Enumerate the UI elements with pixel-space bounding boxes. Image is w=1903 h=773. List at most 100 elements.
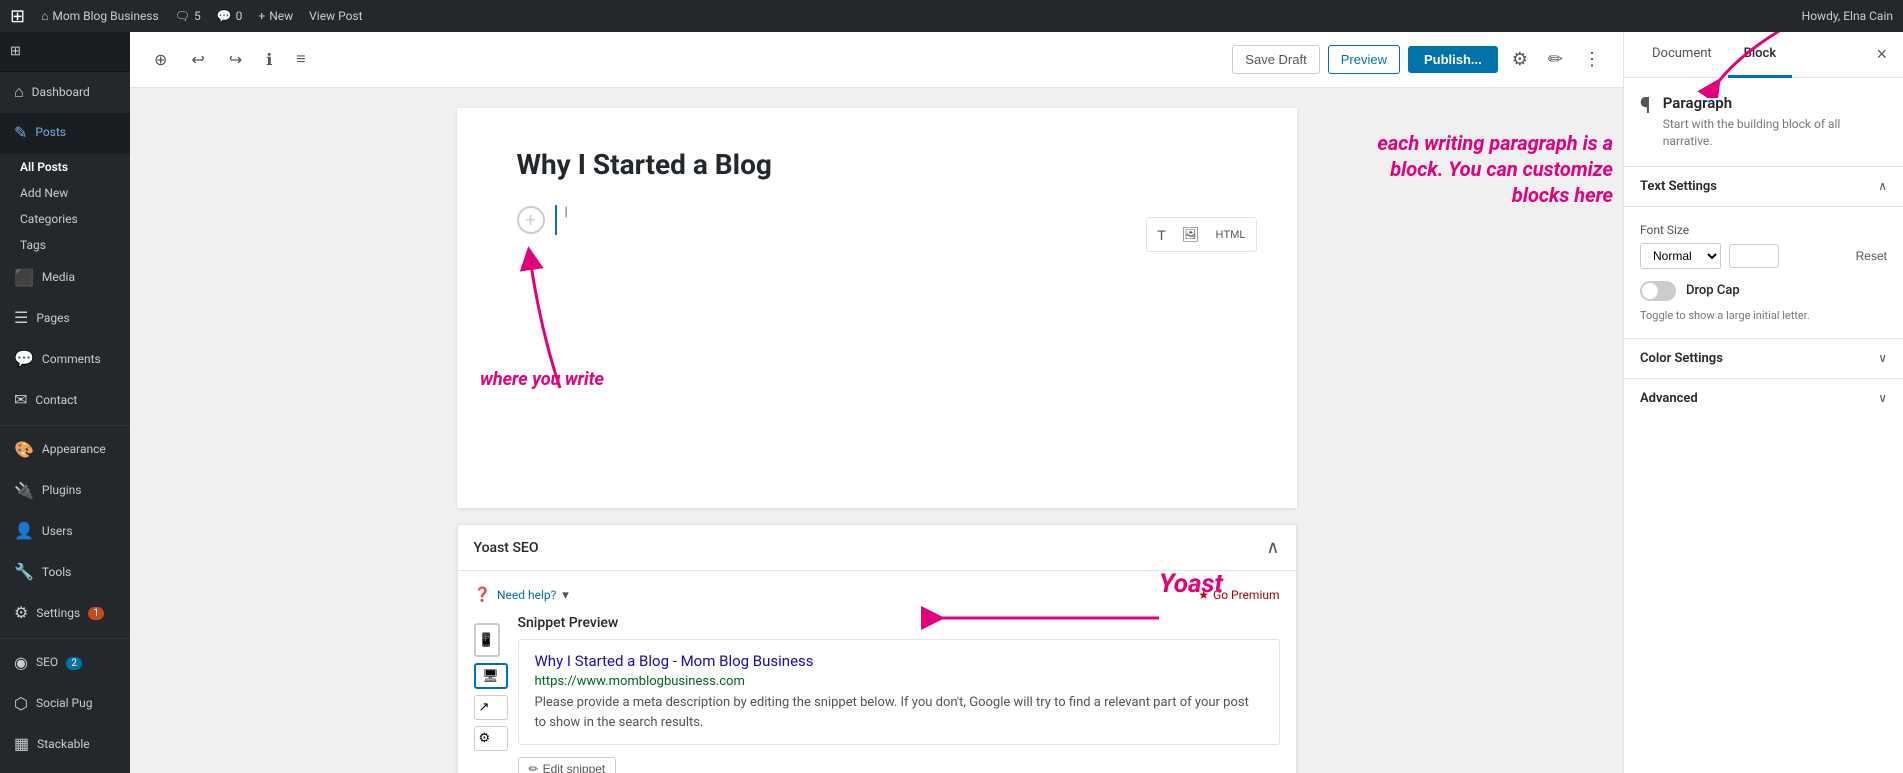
pages-icon: ☰ bbox=[14, 308, 28, 329]
format-html-button[interactable]: HTML bbox=[1210, 222, 1252, 247]
yoast-body: ❓ Need help? ▾ ★ Go Premium bbox=[458, 571, 1296, 773]
font-size-input[interactable] bbox=[1729, 244, 1779, 268]
advanced-chevron-icon: ∨ bbox=[1878, 391, 1887, 405]
sidebar-item-stackable[interactable]: ▦ Stackable bbox=[0, 724, 130, 765]
admin-bar-new[interactable]: + New bbox=[258, 9, 293, 23]
admin-bar-message[interactable]: 💬 0 bbox=[217, 9, 243, 23]
advanced-header[interactable]: Advanced ∨ bbox=[1624, 379, 1903, 418]
preview-button[interactable]: Preview bbox=[1328, 45, 1400, 74]
go-premium-link[interactable]: ★ Go Premium bbox=[1198, 588, 1279, 602]
format-image-button[interactable]: 🖼 bbox=[1176, 222, 1206, 247]
sidebar-item-dashboard[interactable]: ⌂ Dashboard bbox=[0, 72, 130, 113]
sidebar-item-pages[interactable]: ☰ Pages bbox=[0, 298, 130, 339]
admin-bar-comments[interactable]: 🗨 5 bbox=[175, 9, 201, 23]
sidebar-item-socialpug[interactable]: ⬡ Social Pug bbox=[0, 684, 130, 725]
sidebar-sub-add-new[interactable]: Add New bbox=[0, 180, 130, 206]
gear-snippet-btn[interactable]: ⚙ bbox=[474, 726, 508, 751]
sidebar-item-posts-label: Posts bbox=[35, 125, 66, 141]
snippet-title[interactable]: Why I Started a Blog - Mom Blog Business bbox=[535, 652, 814, 670]
admin-bar-comment-count: 5 bbox=[194, 9, 201, 23]
more-icon: ⋮ bbox=[1583, 49, 1601, 69]
redo-icon: ↪ bbox=[229, 50, 242, 70]
info-button[interactable]: ℹ bbox=[258, 44, 280, 76]
more-options-button[interactable]: ⋮ bbox=[1577, 43, 1607, 76]
font-size-label: Font Size bbox=[1640, 223, 1887, 237]
block-info-text: Paragraph Start with the building block … bbox=[1663, 94, 1887, 150]
editor-toolbar: ⊕ ↩ ↪ ℹ ≡ Save Draft Preview Publish... … bbox=[130, 32, 1623, 88]
comments-icon: 💬 bbox=[14, 349, 34, 370]
comment-icon: 🗨 bbox=[175, 9, 190, 23]
sidebar-item-posts[interactable]: ✎ Posts bbox=[0, 113, 130, 154]
tab-document[interactable]: Document bbox=[1636, 32, 1728, 78]
wp-logo-icon[interactable]: ⊞ bbox=[10, 6, 25, 27]
add-icon: ⊕ bbox=[154, 50, 167, 70]
font-size-row: Normal Small Regular Large Huge Reset bbox=[1640, 243, 1887, 269]
sidebar-logo-icon: ⊞ bbox=[10, 44, 21, 59]
sidebar-item-settings[interactable]: ⚙ Settings 1 bbox=[0, 593, 130, 634]
admin-bar-view-post[interactable]: View Post bbox=[309, 9, 362, 23]
snippet-device-tabs: 📱 🖥 ↗ ⚙ bbox=[474, 615, 508, 751]
sidebar-sub-categories[interactable]: Categories bbox=[0, 206, 130, 232]
seo-badge: 2 bbox=[66, 657, 82, 670]
add-block-button[interactable]: ⊕ bbox=[146, 44, 175, 76]
panel-close-button[interactable]: × bbox=[1872, 40, 1891, 69]
yoast-title: Yoast SEO bbox=[474, 540, 539, 556]
color-settings-chevron-icon: ∨ bbox=[1878, 351, 1887, 365]
snippet-preview-box: Why I Started a Blog - Mom Blog Business… bbox=[518, 639, 1280, 745]
sidebar-item-plugins[interactable]: 🔌 Plugins bbox=[0, 471, 130, 512]
publish-button[interactable]: Publish... bbox=[1408, 46, 1498, 73]
plus-icon: + bbox=[258, 9, 265, 23]
save-draft-button[interactable]: Save Draft bbox=[1232, 45, 1319, 74]
drop-cap-toggle[interactable] bbox=[1640, 281, 1676, 301]
sidebar-item-users[interactable]: 👤 Users bbox=[0, 511, 130, 552]
add-block-circle-btn[interactable]: + bbox=[517, 206, 545, 234]
color-settings-title: Color Settings bbox=[1640, 351, 1723, 366]
sidebar-item-pages-label: Pages bbox=[36, 311, 69, 327]
desktop-device-icon[interactable]: 🖥 bbox=[474, 663, 508, 689]
sidebar-item-comments[interactable]: 💬 Comments bbox=[0, 339, 130, 380]
font-size-reset-button[interactable]: Reset bbox=[1856, 249, 1887, 263]
snippet-preview-title: Snippet Preview bbox=[518, 615, 1280, 631]
sidebar-item-tools-label: Tools bbox=[42, 565, 71, 581]
tools-panel-button[interactable]: ✏ bbox=[1542, 43, 1569, 76]
tab-block[interactable]: Block bbox=[1728, 32, 1792, 78]
edit-snippet-button[interactable]: ✏ Edit snippet bbox=[518, 757, 617, 773]
share-icon-btn[interactable]: ↗ bbox=[474, 695, 508, 720]
sidebar-item-contact[interactable]: ✉ Contact bbox=[0, 380, 130, 421]
yoast-collapse-btn[interactable]: ∧ bbox=[1266, 537, 1279, 558]
sidebar-item-seo[interactable]: ◉ SEO 2 bbox=[0, 643, 130, 684]
snippet-buttons-row: ✏ Edit snippet bbox=[518, 757, 1280, 773]
sidebar-sub-tags[interactable]: Tags bbox=[0, 232, 130, 258]
need-help-link[interactable]: Need help? bbox=[497, 588, 556, 602]
redo-button[interactable]: ↪ bbox=[221, 44, 250, 76]
sidebar-item-users-label: Users bbox=[42, 524, 73, 540]
sidebar-item-media[interactable]: ⬛ Media bbox=[0, 258, 130, 299]
sidebar-divider-2 bbox=[0, 638, 130, 639]
color-settings-header[interactable]: Color Settings ∨ bbox=[1624, 339, 1903, 379]
socialpug-icon: ⬡ bbox=[14, 694, 28, 715]
sidebar-sub-all-posts[interactable]: All Posts bbox=[0, 154, 130, 180]
appearance-icon: 🎨 bbox=[14, 440, 34, 461]
sidebar-item-dashboard-label: Dashboard bbox=[32, 85, 90, 101]
sidebar-item-atomicblocks[interactable]: ◈ Atomic Blocks bbox=[0, 765, 130, 773]
annotation-area: Why I Started a Blog + | T 🖼 HTML bbox=[150, 108, 1603, 773]
paragraph-block-icon: ¶ bbox=[1640, 94, 1651, 119]
snippet-desc: Please provide a meta description by edi… bbox=[535, 693, 1263, 732]
font-size-select[interactable]: Normal Small Regular Large Huge bbox=[1640, 243, 1721, 269]
mobile-device-icon[interactable]: 📱 bbox=[474, 623, 500, 657]
format-text-button[interactable]: T bbox=[1151, 222, 1172, 247]
text-settings-header[interactable]: Text Settings ∧ bbox=[1624, 167, 1903, 207]
toolbar-right: Save Draft Preview Publish... ⚙ ✏ ⋮ bbox=[1232, 43, 1607, 76]
block-add-row: + | bbox=[517, 205, 1237, 235]
settings-panel-button[interactable]: ⚙ bbox=[1506, 43, 1534, 76]
drop-cap-row: Drop Cap bbox=[1640, 281, 1887, 301]
admin-bar-site[interactable]: ⌂ Mom Blog Business bbox=[41, 9, 159, 23]
undo-button[interactable]: ↩ bbox=[183, 44, 212, 76]
message-icon: 💬 bbox=[217, 9, 232, 23]
list-view-button[interactable]: ≡ bbox=[288, 45, 313, 75]
sidebar-item-appearance[interactable]: 🎨 Appearance bbox=[0, 430, 130, 471]
sidebar-item-tools[interactable]: 🔧 Tools bbox=[0, 552, 130, 593]
block-content-area[interactable]: | bbox=[555, 205, 568, 235]
editor-canvas[interactable]: Why I Started a Blog + | T 🖼 HTML bbox=[457, 108, 1297, 508]
post-title[interactable]: Why I Started a Blog bbox=[517, 148, 1237, 181]
